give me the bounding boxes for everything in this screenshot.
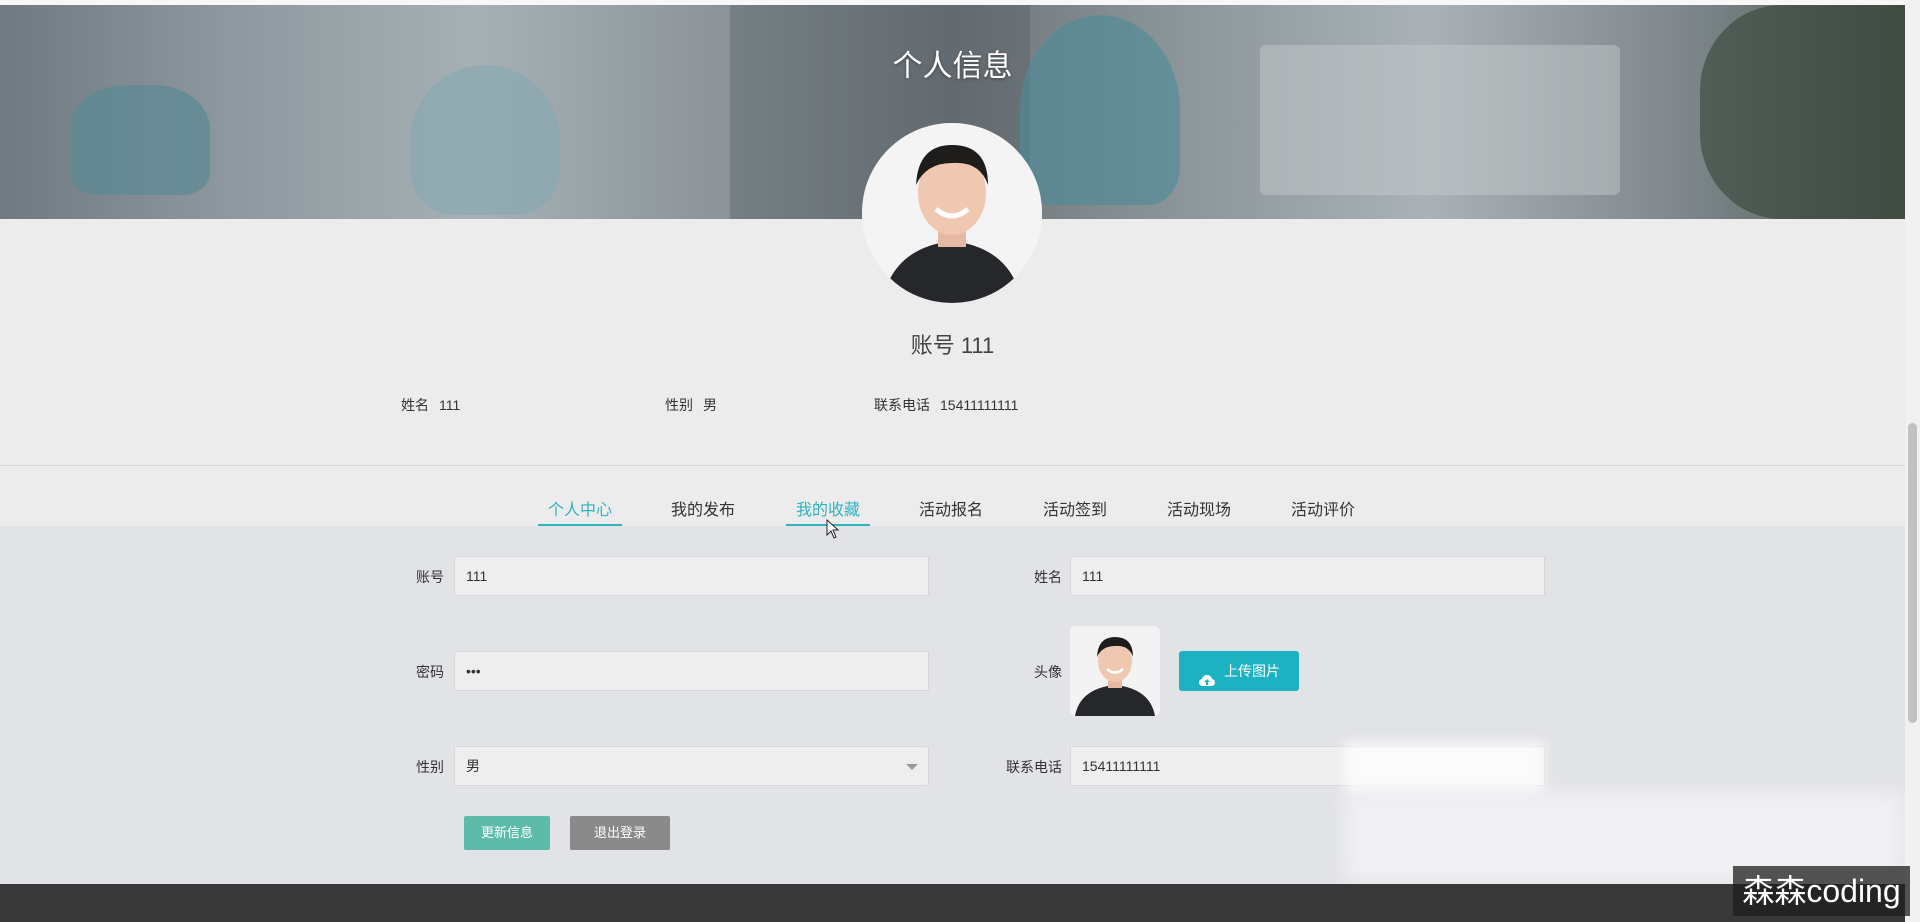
tab-bar: 个人中心 我的发布 我的收藏 活动报名 活动签到 活动现场 活动评价 xyxy=(0,466,1905,526)
logout-button[interactable]: 退出登录 xyxy=(570,816,670,850)
account-input[interactable]: 111 xyxy=(454,556,929,596)
banner-bg-shape xyxy=(410,65,560,215)
person-portrait-icon xyxy=(862,123,1042,303)
banner-bg-shape xyxy=(70,85,210,195)
summary-phone-value: 15411111111 xyxy=(940,397,1019,413)
tab-label: 活动现场 xyxy=(1167,502,1232,519)
upload-button-label: 上传图片 xyxy=(1224,663,1280,679)
screen-glare xyxy=(1344,742,1544,792)
gender-select-value: 男 xyxy=(466,758,480,774)
summary-gender-label: 性别 xyxy=(665,397,693,413)
avatar-label: 头像 xyxy=(1034,664,1062,680)
tab-my-posts[interactable]: 我的发布 xyxy=(671,496,735,526)
summary-phone: 联系电话 15411111111 xyxy=(874,395,1018,415)
tab-event-scene[interactable]: 活动现场 xyxy=(1167,496,1231,526)
mouse-pointer-icon xyxy=(826,518,840,544)
page-footer xyxy=(0,884,1905,922)
tab-event-checkin[interactable]: 活动签到 xyxy=(1043,496,1107,526)
avatar-preview[interactable] xyxy=(1070,626,1160,716)
summary-phone-label: 联系电话 xyxy=(874,397,930,413)
scrollbar-thumb[interactable] xyxy=(1908,423,1917,723)
summary-name-label: 姓名 xyxy=(401,397,429,413)
name-label: 姓名 xyxy=(1034,569,1062,585)
summary-gender: 性别男 xyxy=(665,395,717,415)
gender-select[interactable]: 男 xyxy=(454,746,929,786)
phone-label: 联系电话 xyxy=(1006,759,1062,775)
tab-event-review[interactable]: 活动评价 xyxy=(1291,496,1355,526)
tab-label: 活动报名 xyxy=(919,502,984,519)
banner-bg-shape xyxy=(1700,5,1905,219)
name-input[interactable]: 111 xyxy=(1070,556,1545,596)
person-portrait-icon xyxy=(1070,626,1160,716)
gender-label: 性别 xyxy=(416,759,444,775)
profile-avatar xyxy=(862,123,1042,303)
chevron-down-icon xyxy=(906,764,918,770)
tab-label: 我的发布 xyxy=(671,502,736,519)
tab-label: 个人中心 xyxy=(548,502,613,519)
page-title: 个人信息 xyxy=(892,50,1013,83)
summary-name: 姓名 111 xyxy=(401,395,460,415)
tab-personal-center[interactable]: 个人中心 xyxy=(538,496,622,526)
account-heading: 账号 111 xyxy=(910,333,995,358)
cloud-upload-icon xyxy=(1199,663,1215,703)
password-input[interactable]: ••• xyxy=(454,651,929,691)
update-info-button[interactable]: 更新信息 xyxy=(464,816,550,850)
summary-gender-value: 男 xyxy=(703,397,717,413)
tab-event-signup[interactable]: 活动报名 xyxy=(919,496,983,526)
summary-name-value: 111 xyxy=(439,397,461,413)
password-label: 密码 xyxy=(416,664,444,680)
tab-label: 活动评价 xyxy=(1291,502,1356,519)
tab-label: 活动签到 xyxy=(1043,502,1108,519)
tab-label: 我的收藏 xyxy=(796,502,861,519)
account-label: 账号 xyxy=(416,569,444,585)
upload-image-button[interactable]: 上传图片 xyxy=(1179,651,1299,691)
watermark: 森森coding xyxy=(1733,866,1910,916)
